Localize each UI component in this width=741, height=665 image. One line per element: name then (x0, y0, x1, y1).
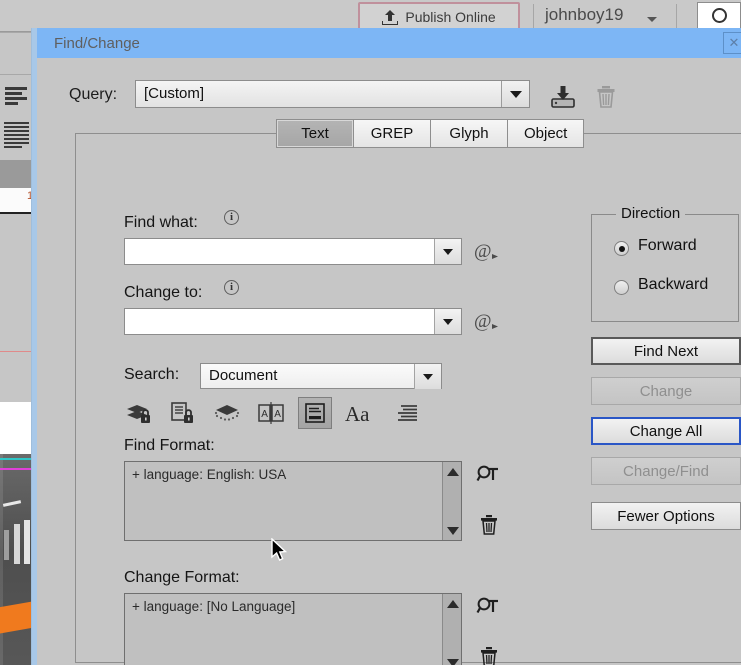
include-footnotes-icon[interactable] (298, 397, 332, 429)
tab-glyph[interactable]: Glyph (430, 119, 507, 148)
change-format-scrollbar[interactable] (442, 594, 461, 665)
user-account-label[interactable]: johnboy19 (545, 5, 623, 25)
change-button: Change (591, 377, 741, 405)
change-to-special-characters-icon[interactable]: @ (474, 310, 500, 334)
change-to-input[interactable] (124, 308, 462, 335)
find-what-input[interactable] (124, 238, 462, 265)
tab-text[interactable]: Text (276, 119, 353, 148)
document-page-edge (0, 402, 35, 454)
close-glyph: ✕ (728, 35, 740, 50)
toolbar-divider-2 (676, 4, 677, 30)
find-format-scroll-down-icon[interactable] (443, 521, 462, 540)
tab-object[interactable]: Object (507, 119, 585, 148)
change-format-scroll-down-icon[interactable] (443, 653, 462, 665)
search-scope-chevron-down-icon[interactable] (414, 364, 441, 389)
radio-backward-label[interactable]: Backward (638, 276, 708, 294)
radio-forward-label[interactable]: Forward (638, 237, 697, 255)
svg-text:Aa: Aa (345, 402, 370, 426)
change-to-info-icon[interactable]: i (224, 280, 239, 295)
dialog-title-bar[interactable]: Find/Change (37, 28, 741, 58)
change-all-label: Change All (629, 422, 703, 440)
fewer-options-label: Fewer Options (617, 507, 715, 525)
search-icon[interactable] (712, 8, 727, 23)
change-to-label: Change to: (124, 284, 203, 301)
direction-group-title: Direction (616, 205, 686, 222)
radio-backward[interactable] (614, 280, 629, 295)
change-find-label: Change/Find (623, 462, 709, 480)
include-master-pages-icon[interactable]: A A (254, 398, 288, 430)
direction-group: Direction Forward Backward (591, 205, 739, 322)
publish-upload-icon (382, 9, 399, 25)
save-query-icon[interactable] (549, 84, 577, 110)
tab-text-label: Text (301, 125, 329, 142)
change-format-row: + language: [No Language] (132, 599, 296, 614)
radio-forward[interactable] (614, 241, 629, 256)
search-scope-label: Search: (124, 366, 180, 383)
find-next-button[interactable]: Find Next (591, 337, 741, 365)
change-to-chevron-down-icon[interactable] (434, 309, 461, 334)
paragraph-align-icon[interactable] (5, 87, 30, 109)
delete-query-icon[interactable] (595, 84, 617, 110)
query-value: [Custom] (144, 85, 205, 102)
query-label: Query: (69, 86, 118, 103)
find-what-special-characters-icon[interactable]: @ (474, 240, 500, 264)
find-format-scroll-up-icon[interactable] (443, 462, 462, 481)
panel-header-strip (0, 160, 35, 188)
publish-online-label: Publish Online (405, 9, 496, 25)
tab-bar: Text GREP Glyph Object (276, 119, 585, 148)
tab-grep[interactable]: GREP (353, 119, 430, 148)
tab-grep-label: GREP (370, 125, 414, 142)
paragraph-styles-icon[interactable] (4, 122, 31, 150)
change-format-clear-icon[interactable] (478, 645, 500, 665)
svg-text:@: @ (474, 311, 492, 332)
include-locked-stories-icon[interactable] (166, 398, 200, 430)
include-hidden-layers-icon[interactable] (210, 398, 244, 430)
search-scope-select[interactable]: Document (200, 363, 442, 389)
change-format-list[interactable]: + language: [No Language] (124, 593, 462, 665)
document-photo-thumbnail (0, 454, 44, 665)
change-format-label: Change Format: (124, 569, 240, 586)
left-panel-strip: 1 (0, 32, 44, 665)
change-all-button[interactable]: Change All (591, 417, 741, 445)
svg-text:A: A (274, 409, 281, 420)
whole-word-icon[interactable] (392, 398, 426, 430)
change-find-button: Change/Find (591, 457, 741, 485)
screen: Publish Online johnboy19 1 Find/Change ✕… (0, 0, 741, 665)
change-format-scroll-up-icon[interactable] (443, 594, 462, 613)
find-next-label: Find Next (633, 342, 699, 360)
change-format-specify-attributes-icon[interactable] (476, 596, 504, 627)
tab-object-label: Object (524, 125, 568, 142)
find-format-clear-icon[interactable] (478, 513, 500, 544)
change-label: Change (639, 382, 693, 400)
find-format-specify-attributes-icon[interactable] (476, 464, 504, 495)
tab-glyph-label: Glyph (449, 125, 489, 142)
toolbar-divider-1 (533, 4, 534, 30)
find-change-dialog: Find/Change ✕ Query: [Custom] Text GREP … (32, 28, 741, 665)
close-icon[interactable]: ✕ (723, 32, 741, 54)
find-format-row: + language: English: USA (132, 467, 287, 482)
svg-text:A: A (261, 409, 268, 420)
find-format-label: Find Format: (124, 437, 215, 454)
search-scope-value: Document (209, 367, 278, 384)
dialog-title-label: Find/Change (54, 34, 140, 52)
user-menu-chevron-down-icon[interactable] (647, 17, 657, 22)
include-locked-layers-icon[interactable] (122, 398, 156, 430)
query-chevron-down-icon[interactable] (501, 81, 529, 107)
find-format-list[interactable]: + language: English: USA (124, 461, 462, 541)
query-row: Query: [Custom] (37, 80, 741, 112)
find-what-label: Find what: (124, 214, 198, 231)
fewer-options-button[interactable]: Fewer Options (591, 502, 741, 530)
find-change-panel: Text GREP Glyph Object Find what: i @ Ch… (75, 119, 741, 665)
query-select[interactable]: [Custom] (135, 80, 530, 108)
svg-text:@: @ (474, 241, 492, 262)
find-what-chevron-down-icon[interactable] (434, 239, 461, 264)
guide-line-red (0, 351, 35, 352)
search-options-toolbar: A A Aa (122, 397, 492, 432)
case-sensitive-icon[interactable]: Aa (344, 398, 378, 430)
find-what-info-icon[interactable]: i (224, 210, 239, 225)
find-format-scrollbar[interactable] (442, 462, 461, 540)
